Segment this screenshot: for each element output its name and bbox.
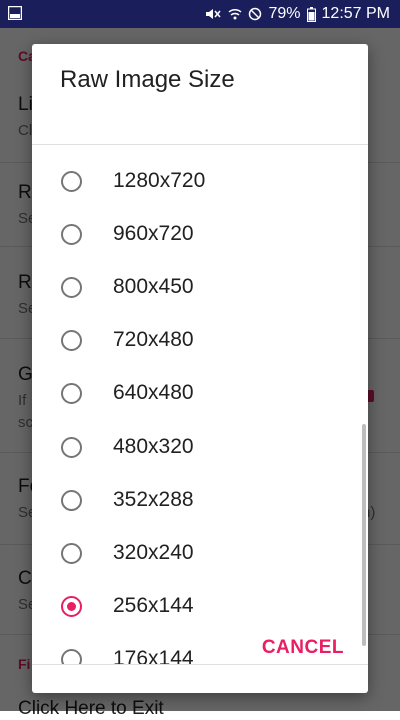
option-1280x720[interactable]: 1280x720 [32, 151, 368, 204]
option-label: 480x320 [113, 435, 194, 458]
option-label: 800x450 [113, 275, 194, 298]
wifi-icon [228, 7, 242, 21]
option-label: 320x240 [113, 541, 194, 564]
status-bar: 79% 12:57 PM [0, 0, 400, 28]
raw-image-size-dialog: Raw Image Size 1280x720 960x720 800x450 … [32, 44, 368, 693]
option-label: 352x288 [113, 488, 194, 511]
option-640x480[interactable]: 640x480 [32, 363, 368, 416]
radio-button-selected[interactable] [61, 596, 82, 617]
mute-icon [204, 7, 222, 21]
radio-button[interactable] [61, 224, 82, 245]
radio-button[interactable] [61, 330, 82, 351]
scrollbar[interactable] [362, 424, 366, 646]
clock: 12:57 PM [321, 5, 390, 22]
radio-button[interactable] [61, 649, 82, 664]
option-480x320[interactable]: 480x320 [32, 417, 368, 470]
option-label: 1280x720 [113, 169, 206, 192]
radio-button[interactable] [61, 490, 82, 511]
option-720x480[interactable]: 720x480 [32, 310, 368, 363]
battery-icon [306, 6, 316, 22]
option-list: 1280x720 960x720 800x450 720x480 640x480… [32, 145, 368, 664]
option-352x288[interactable]: 352x288 [32, 470, 368, 523]
radio-button[interactable] [61, 277, 82, 298]
radio-button[interactable] [61, 437, 82, 458]
do-not-disturb-icon [248, 7, 262, 21]
divider [32, 664, 368, 665]
option-320x240[interactable]: 320x240 [32, 523, 368, 576]
dialog-title: Raw Image Size [60, 66, 235, 93]
radio-button[interactable] [61, 171, 82, 192]
option-label: 720x480 [113, 328, 194, 351]
option-label: 960x720 [113, 222, 194, 245]
battery-percent: 79% [268, 5, 301, 22]
option-960x720[interactable]: 960x720 [32, 204, 368, 257]
option-256x144[interactable]: 256x144 [32, 576, 368, 629]
gallery-icon [7, 5, 23, 21]
radio-button[interactable] [61, 543, 82, 564]
option-label: 256x144 [113, 594, 194, 617]
option-label: 176x144 [113, 647, 194, 664]
radio-button[interactable] [61, 383, 82, 404]
option-800x450[interactable]: 800x450 [32, 257, 368, 310]
option-label: 640x480 [113, 381, 194, 404]
cancel-button[interactable]: CANCEL [262, 637, 344, 659]
